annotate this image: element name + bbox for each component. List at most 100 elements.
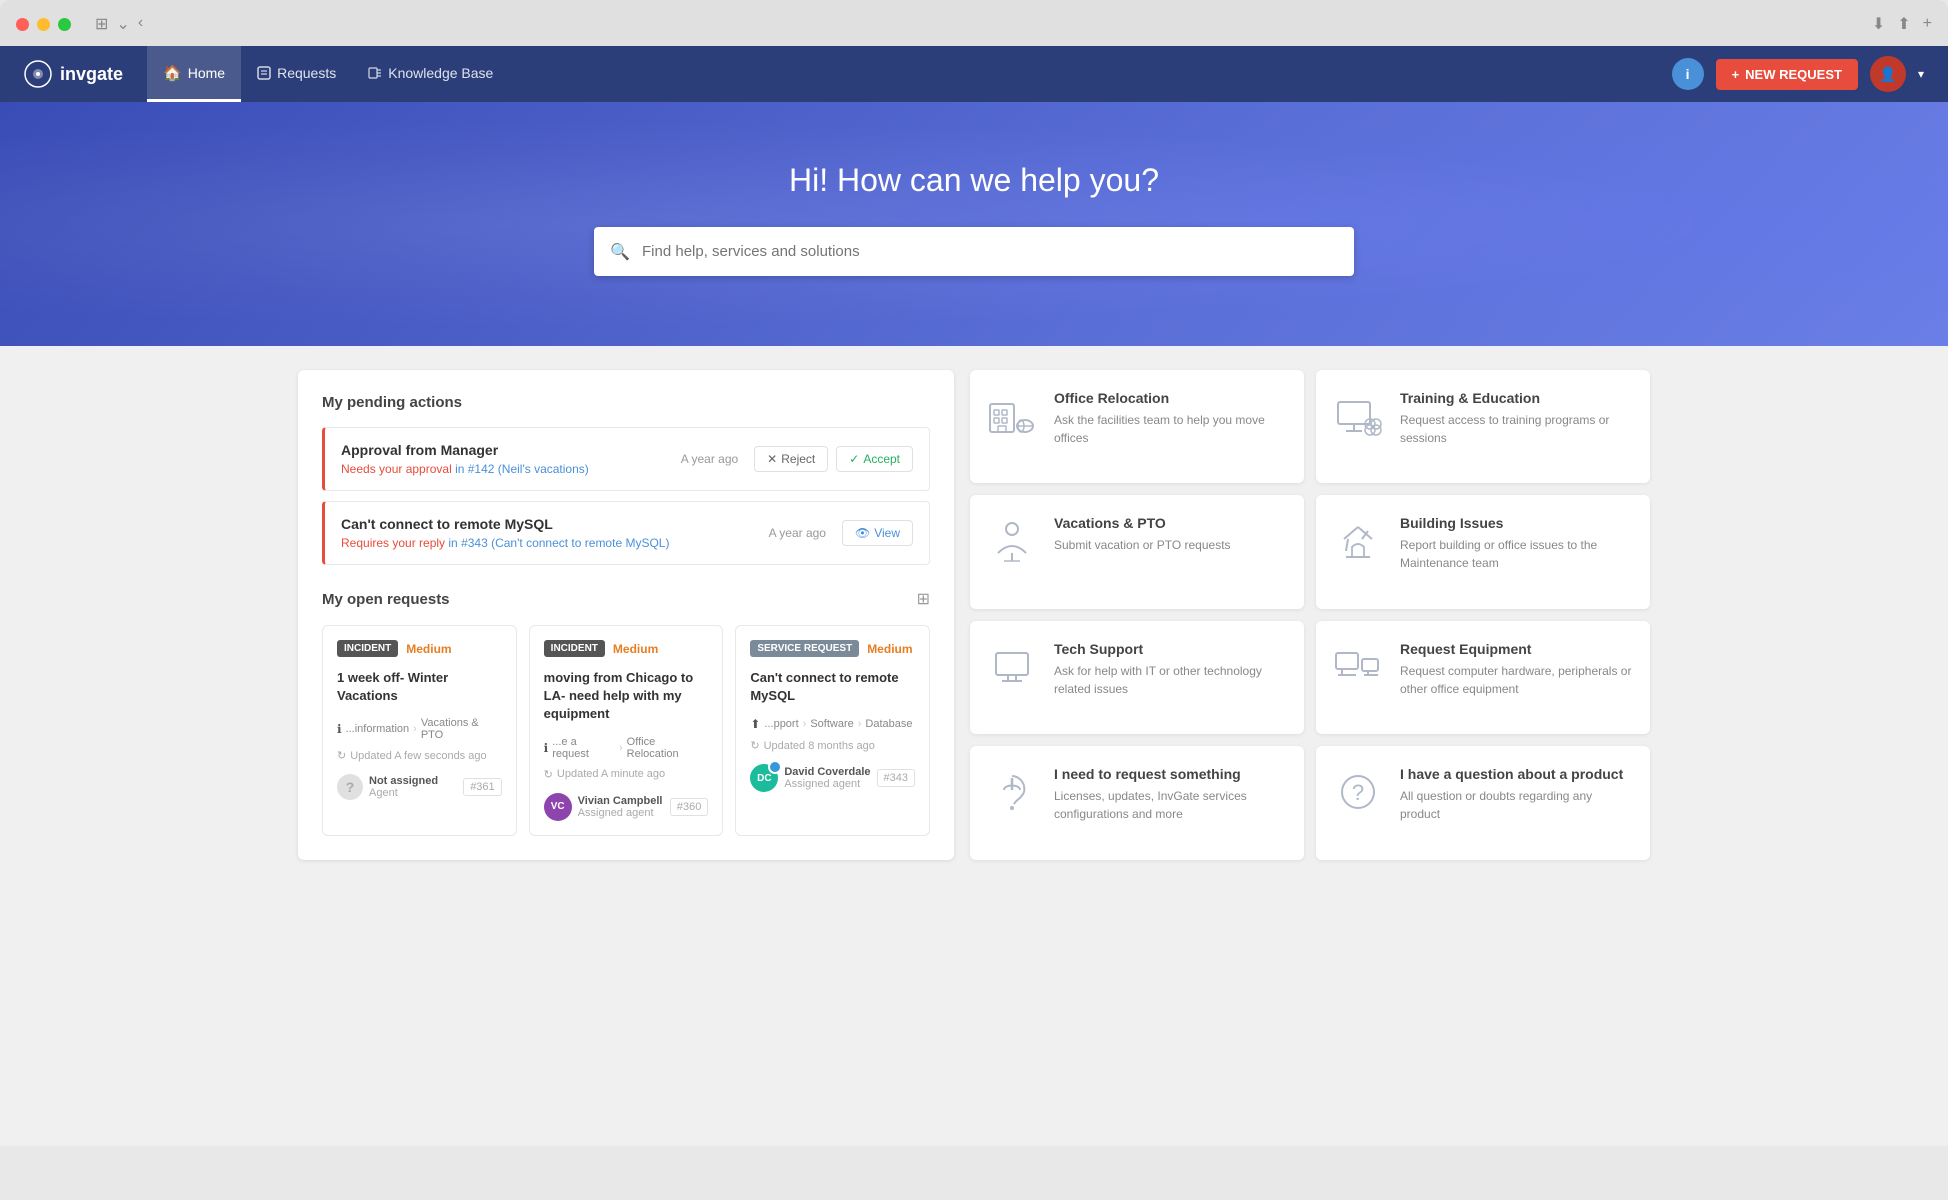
info-icon-1: ℹ <box>337 722 342 736</box>
download-icon[interactable]: ⬇ <box>1872 14 1885 34</box>
requests-icon <box>257 66 271 80</box>
badge-row-3: SERVICE REQUEST Medium <box>750 640 915 657</box>
upload-icon-3: ⬆ <box>750 717 760 731</box>
nav-knowledge-base[interactable]: Knowledge Base <box>352 46 509 102</box>
pending-item-sub-2: Requires your reply in #343 (Can't conne… <box>341 536 669 550</box>
service-card-tech[interactable]: Tech Support Ask for help with IT or oth… <box>970 621 1304 734</box>
user-avatar[interactable]: 👤 <box>1870 56 1906 92</box>
path-3: ...pport <box>764 718 798 730</box>
service-desc-3: Report building or office issues to the … <box>1400 536 1634 572</box>
ticket-num-2: #360 <box>670 798 708 816</box>
arrow-2: › <box>619 742 623 754</box>
request-card-2[interactable]: INCIDENT Medium moving from Chicago to L… <box>529 625 724 836</box>
service-name-6: I need to request something <box>1054 766 1288 782</box>
request-updated-3: ↻ Updated 8 months ago <box>750 739 915 752</box>
minimize-dot[interactable] <box>37 18 50 31</box>
nav-kb-label: Knowledge Base <box>388 65 493 81</box>
svg-text:?: ? <box>1352 780 1364 805</box>
service-desc-7: All question or doubts regarding any pro… <box>1400 787 1634 823</box>
sidebar-toggle-icon[interactable]: ⊞ <box>95 14 108 34</box>
avatar-chevron[interactable]: ▾ <box>1918 67 1924 81</box>
browser-controls: ⊞ ⌄ ‹ ⬇ ⬆ + <box>16 10 1932 46</box>
question-product-icon: ? <box>1332 766 1384 818</box>
request-something-icon <box>986 766 1038 818</box>
tech-support-icon <box>986 641 1038 693</box>
request-path-3: ⬆ ...pport › Software › Database <box>750 717 915 731</box>
priority-1: Medium <box>406 642 451 656</box>
x-icon: ✕ <box>767 452 777 466</box>
hero-section: Hi! How can we help you? 🔍 <box>0 102 1948 346</box>
service-card-request-something[interactable]: I need to request something Licenses, up… <box>970 746 1304 859</box>
service-info-training: Training & Education Request access to t… <box>1400 390 1634 447</box>
chevron-down-icon[interactable]: ⌄ <box>116 14 129 34</box>
badge-incident-1: INCIDENT <box>337 640 398 657</box>
agent-info-3: DC David Coverdale Assigned agent <box>750 764 870 792</box>
browser-toolbar: ⬇ ⬆ + <box>1872 10 1932 38</box>
request-title-2: moving from Chicago to LA- need help wit… <box>544 669 709 724</box>
pending-action-text-2: Requires your reply <box>341 536 445 550</box>
main-content: My pending actions Approval from Manager… <box>274 346 1674 884</box>
pending-item-title-2: Can't connect to remote MySQL <box>341 516 669 532</box>
service-desc-6: Licenses, updates, InvGate services conf… <box>1054 787 1288 823</box>
request-updated-1: ↻ Updated A few seconds ago <box>337 749 502 762</box>
top-nav: invgate 🏠 Home Requests <box>0 46 1948 102</box>
request-card-1[interactable]: INCIDENT Medium 1 week off- Winter Vacat… <box>322 625 517 836</box>
agent-avatar-1: ? <box>337 774 363 800</box>
request-path-2: ℹ ...e a request › Office Relocation <box>544 736 709 760</box>
reject-button[interactable]: ✕ Reject <box>754 446 828 472</box>
agent-details-2: Vivian Campbell Assigned agent <box>578 795 663 819</box>
grid-view-icon[interactable]: ⊞ <box>917 589 930 609</box>
pending-time-1: A year ago <box>681 452 738 466</box>
accept-button[interactable]: ✓ Accept <box>836 446 913 472</box>
add-tab-icon[interactable]: + <box>1923 15 1932 33</box>
nav-home[interactable]: 🏠 Home <box>147 46 241 102</box>
agent-info-2: VC Vivian Campbell Assigned agent <box>544 793 663 821</box>
back-icon[interactable]: ‹ <box>138 14 143 34</box>
service-card-vacations[interactable]: Vacations & PTO Submit vacation or PTO r… <box>970 495 1304 608</box>
requests-grid: INCIDENT Medium 1 week off- Winter Vacat… <box>322 625 930 836</box>
pending-item-right-2: A year ago 👁 View <box>769 520 913 546</box>
notification-button[interactable]: i <box>1672 58 1704 90</box>
search-input[interactable] <box>594 227 1354 276</box>
request-card-3[interactable]: SERVICE REQUEST Medium Can't connect to … <box>735 625 930 836</box>
left-panel: My pending actions Approval from Manager… <box>298 370 954 860</box>
pending-time-2: A year ago <box>769 526 826 540</box>
new-request-button[interactable]: + NEW REQUEST <box>1716 59 1858 90</box>
service-card-equipment[interactable]: Request Equipment Request computer hardw… <box>1316 621 1650 734</box>
pending-item-title-1: Approval from Manager <box>341 442 589 458</box>
service-card-training[interactable]: Training & Education Request access to t… <box>1316 370 1650 483</box>
maximize-dot[interactable] <box>58 18 71 31</box>
service-card-building[interactable]: Building Issues Report building or offic… <box>1316 495 1650 608</box>
service-info-tech: Tech Support Ask for help with IT or oth… <box>1054 641 1288 698</box>
pending-item-approval: Approval from Manager Needs your approva… <box>322 427 930 491</box>
priority-3: Medium <box>867 642 912 656</box>
search-icon: 🔍 <box>610 242 630 262</box>
view-button[interactable]: 👁 View <box>842 520 913 546</box>
browser-chrome: ⊞ ⌄ ‹ ⬇ ⬆ + <box>0 0 1948 46</box>
arrow-1: › <box>413 723 417 735</box>
nav-requests[interactable]: Requests <box>241 46 352 102</box>
browser-icons: ⊞ ⌄ ‹ <box>95 14 143 34</box>
arrow-3b: › <box>858 718 862 730</box>
pending-link-2: in #343 (Can't connect to remote MySQL) <box>448 536 669 550</box>
agent-avatar-wrapper-3: DC <box>750 764 778 792</box>
path-dest-1: Vacations & PTO <box>421 717 502 741</box>
share-icon[interactable]: ⬆ <box>1897 14 1910 34</box>
path-1: ...information <box>346 723 410 735</box>
service-name-2: Vacations & PTO <box>1054 515 1231 531</box>
ticket-num-1: #361 <box>463 778 501 796</box>
pending-link-1: in #142 (Neil's vacations) <box>455 462 589 476</box>
service-card-office-relocation[interactable]: Office Relocation Ask the facilities tea… <box>970 370 1304 483</box>
check-icon: ✓ <box>849 452 859 466</box>
close-dot[interactable] <box>16 18 29 31</box>
service-name-7: I have a question about a product <box>1400 766 1634 782</box>
priority-2: Medium <box>613 642 658 656</box>
nav-right: i + NEW REQUEST 👤 ▾ <box>1672 56 1924 92</box>
badge-row-1: INCIDENT Medium <box>337 640 502 657</box>
request-updated-2: ↻ Updated A minute ago <box>544 768 709 781</box>
agent-role-3: Assigned agent <box>784 778 870 790</box>
path-dest-3: Database <box>865 718 912 730</box>
service-card-question-product[interactable]: ? I have a question about a product All … <box>1316 746 1650 859</box>
pending-item-left-2: Can't connect to remote MySQL Requires y… <box>341 516 669 550</box>
app: invgate 🏠 Home Requests <box>0 46 1948 1146</box>
